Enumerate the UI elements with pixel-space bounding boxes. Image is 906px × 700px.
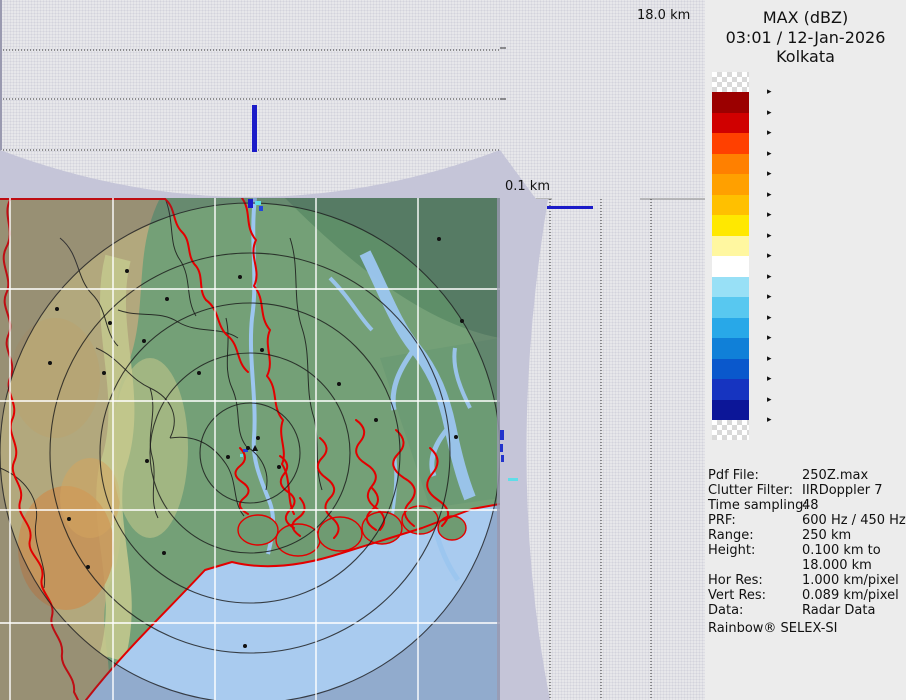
ns-cross-section-panel: 18.0 km 0.1 km	[500, 0, 705, 700]
scale-tick-label	[767, 393, 776, 408]
metadata-value: IIRDoppler 7	[802, 483, 883, 498]
scan-cone-shadow	[0, 150, 500, 198]
scale-tick-label	[767, 188, 776, 203]
scale-swatch	[712, 236, 749, 257]
scale-swatch	[712, 359, 749, 380]
scan-cone-shadow	[500, 199, 550, 700]
metadata-label: Clutter Filter:	[708, 483, 793, 498]
scale-tick-label	[767, 85, 776, 100]
scale-swatch	[712, 195, 749, 216]
height-axis-min-label: 0.1 km	[505, 179, 550, 194]
scale-swatch	[712, 113, 749, 134]
ew-cross-section-panel	[0, 0, 500, 198]
metadata-label: Height:	[708, 543, 755, 558]
metadata-label: Vert Res:	[708, 588, 766, 603]
scale-tick-label	[767, 311, 776, 326]
radar-display-window: 18.0 km 0.1 km	[0, 0, 906, 700]
legend-panel: MAX (dBZ) 03:01 / 12-Jan-2026 Kolkata Pd…	[705, 0, 906, 700]
metadata-label: PRF:	[708, 513, 736, 528]
scale-tick-label	[767, 147, 776, 162]
scale-swatch	[712, 318, 749, 339]
scale-tick-label	[767, 413, 776, 428]
scale-swatch	[712, 215, 749, 236]
scale-tick-label	[767, 249, 776, 264]
scale-swatch	[712, 92, 749, 113]
metadata-value: Radar Data	[802, 603, 875, 618]
metadata-value: 0.089 km/pixel	[802, 588, 899, 603]
metadata-value: 600 Hz / 450 Hz	[802, 513, 906, 528]
scale-tick-label	[767, 270, 776, 285]
height-axis-max-label: 18.0 km	[637, 8, 690, 23]
echo-low-level	[508, 478, 518, 481]
scale-swatch	[712, 379, 749, 400]
scale-swatch-transparent-top	[712, 72, 749, 92]
scale-swatch	[712, 338, 749, 359]
scale-swatch	[712, 297, 749, 318]
metadata-value: 0.100 km to	[802, 543, 881, 558]
metadata-value: 1.000 km/pixel	[802, 573, 899, 588]
scale-swatch	[712, 400, 749, 421]
software-brand: Rainbow® SELEX-SI	[708, 621, 838, 636]
product-datetime: 03:01 / 12-Jan-2026	[705, 28, 906, 47]
scale-swatch	[712, 256, 749, 277]
scale-swatch	[712, 133, 749, 154]
metadata-label: Hor Res:	[708, 573, 763, 588]
radar-map: ▲	[0, 198, 500, 700]
scale-tick-label	[767, 208, 776, 223]
scale-tick-label	[767, 352, 776, 367]
scale-tick-label	[767, 372, 776, 387]
scale-tick-label	[767, 126, 776, 141]
metadata-value: 250 km	[802, 528, 851, 543]
ns-cross-section-graphic	[500, 0, 705, 700]
scale-tick-label	[767, 229, 776, 244]
metadata-label: Range:	[708, 528, 754, 543]
terrain-map-graphic	[0, 198, 500, 700]
echo-column	[252, 105, 257, 152]
scale-tick-label	[767, 106, 776, 121]
product-title: MAX (dBZ)	[705, 8, 906, 27]
scale-tick-label	[767, 167, 776, 182]
metadata-label: Data:	[708, 603, 743, 618]
metadata-value: 250Z.max	[802, 468, 868, 483]
scale-tick-label	[767, 290, 776, 305]
scale-swatch	[712, 277, 749, 298]
metadata-value: 48	[802, 498, 819, 513]
scale-swatch	[712, 174, 749, 195]
scale-tick-label	[767, 331, 776, 346]
ew-cross-section-graphic	[0, 0, 500, 198]
metadata-value: 18.000 km	[802, 558, 872, 573]
metadata-label: Pdf File:	[708, 468, 759, 483]
scale-swatch	[712, 154, 749, 175]
radar-site-name: Kolkata	[705, 47, 906, 66]
metadata-label: Time sampling:	[708, 498, 808, 513]
echo-row	[547, 206, 593, 209]
scale-swatch-transparent-bottom	[712, 420, 749, 440]
